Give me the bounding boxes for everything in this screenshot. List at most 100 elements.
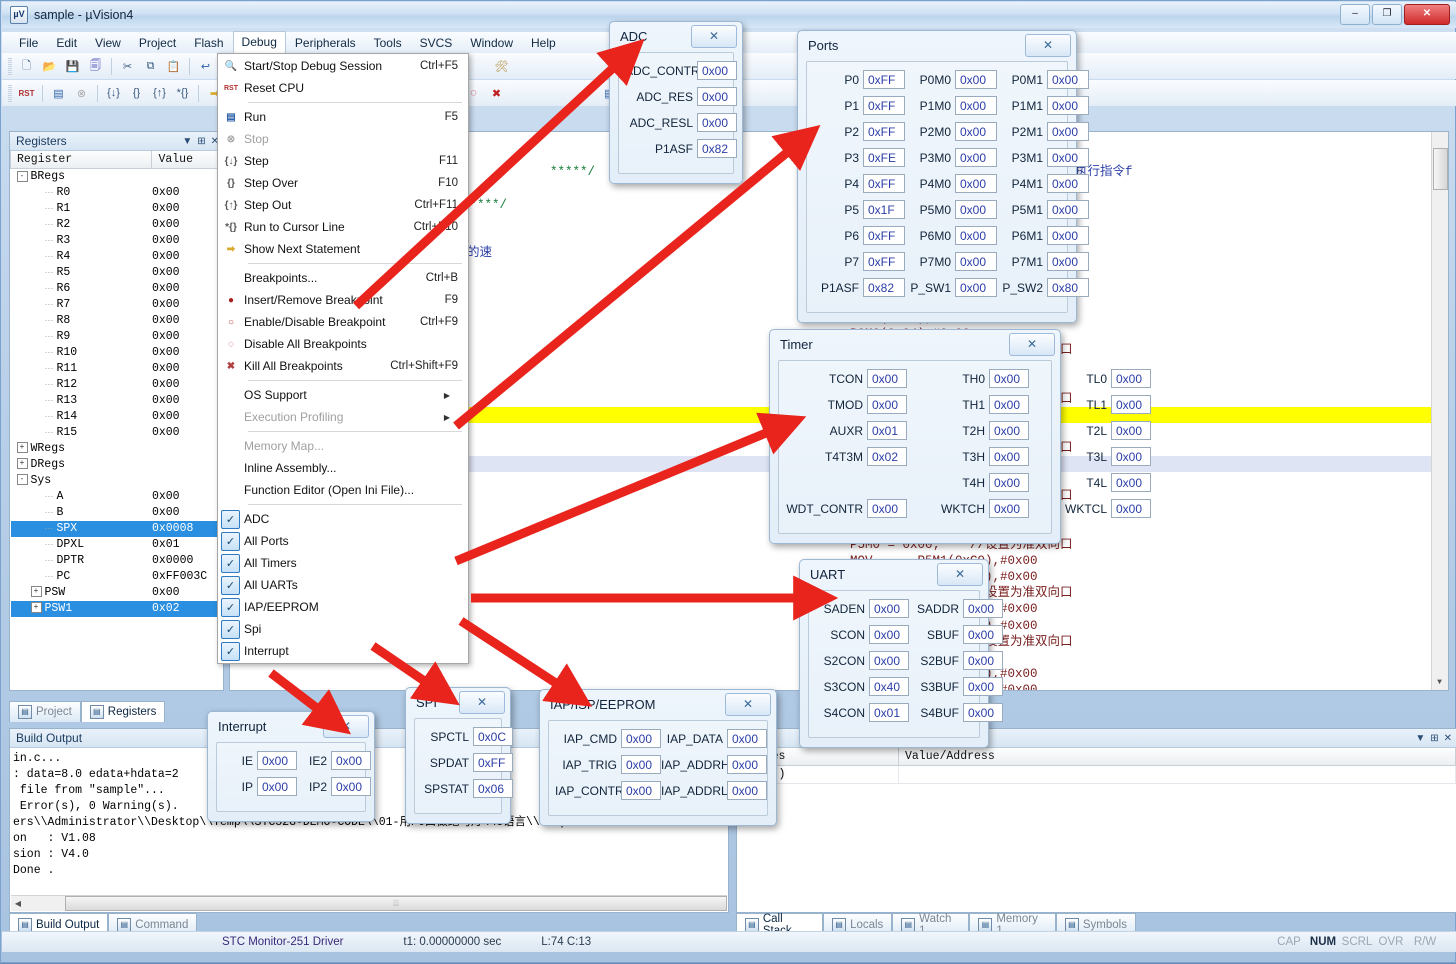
debug-menu-toggle-iap-eeprom[interactable]: ✓IAP/EEPROM xyxy=(218,596,468,618)
register-row[interactable]: +WRegs xyxy=(11,441,223,457)
tab-project[interactable]: ▤Project xyxy=(9,701,81,722)
undo-icon[interactable]: ↩ xyxy=(195,56,216,77)
debug-menu-item-step-over[interactable]: {}Step OverF10 xyxy=(218,172,468,194)
field-value-input[interactable]: 0x00 xyxy=(621,755,661,774)
field-value-input[interactable]: 0xFF xyxy=(473,753,513,772)
field-value-input[interactable]: 0x00 xyxy=(331,751,371,770)
menu-help[interactable]: Help xyxy=(522,33,565,53)
tree-toggle-icon[interactable]: + xyxy=(31,586,42,597)
field-value-input[interactable]: 0x00 xyxy=(989,421,1029,440)
field-value-input[interactable]: 0x00 xyxy=(955,70,997,89)
field-value-input[interactable]: 0x02 xyxy=(867,447,907,466)
field-value-input[interactable]: 0xFF xyxy=(863,226,905,245)
field-value-input[interactable]: 0x00 xyxy=(955,226,997,245)
register-row[interactable]: ⋯R00x00 xyxy=(11,185,223,201)
debug-menu-toggle-adc[interactable]: ✓ADC xyxy=(218,508,468,530)
new-file-icon[interactable]: 🗋 xyxy=(16,56,37,77)
field-value-input[interactable]: 0x00 xyxy=(1047,174,1089,193)
run-to-cursor-icon[interactable]: *{} xyxy=(172,83,193,104)
menu-flash[interactable]: Flash xyxy=(185,33,232,53)
debug-menu-dropdown[interactable]: 🔍Start/Stop Debug SessionCtrl+F5RSTReset… xyxy=(217,53,469,664)
field-value-input[interactable]: 0x00 xyxy=(867,369,907,388)
field-value-input[interactable]: 0x01 xyxy=(869,703,909,722)
register-row[interactable]: -BRegs xyxy=(11,169,223,185)
field-value-input[interactable]: 0xFF xyxy=(863,96,905,115)
debug-menu-item-os-support[interactable]: OS Support▶ xyxy=(218,384,468,406)
dialog-iap[interactable]: IAP/ISP/EEPROM✕IAP_CMD0x00IAP_DATA0x00IA… xyxy=(539,689,777,826)
menu-svcs[interactable]: SVCS xyxy=(411,33,462,53)
field-value-input[interactable]: 0x00 xyxy=(1047,96,1089,115)
field-value-input[interactable]: 0x00 xyxy=(963,703,1003,722)
debug-menu-item-execution-profiling[interactable]: Execution Profiling▶ xyxy=(218,406,468,428)
field-value-input[interactable]: 0x00 xyxy=(989,499,1029,518)
debug-menu-item-start-stop-debug-session[interactable]: 🔍Start/Stop Debug SessionCtrl+F5 xyxy=(218,55,468,77)
minimize-button[interactable]: – xyxy=(1340,4,1370,25)
tree-toggle-icon[interactable]: - xyxy=(17,171,28,182)
step-out-icon[interactable]: {↑} xyxy=(149,83,170,104)
dialog-ports[interactable]: Ports✕P00xFFP0M00x00P0M10x00P10xFFP1M00x… xyxy=(797,30,1077,323)
field-value-input[interactable]: 0x00 xyxy=(955,252,997,271)
field-value-input[interactable]: 0x00 xyxy=(867,499,907,518)
field-value-input[interactable]: 0x00 xyxy=(621,781,661,800)
field-value-input[interactable]: 0x00 xyxy=(1047,200,1089,219)
field-value-input[interactable]: 0x00 xyxy=(869,625,909,644)
field-value-input[interactable]: 0x00 xyxy=(989,369,1029,388)
field-value-input[interactable]: 0x00 xyxy=(697,87,737,106)
register-row[interactable]: +PSW10x02 xyxy=(11,601,223,617)
dialog-interrupt[interactable]: Interrupt✕IE0x00IE20x00IP0x00IP20x00 xyxy=(207,711,375,822)
register-row[interactable]: ⋯R140x00 xyxy=(11,409,223,425)
reset-cpu-icon[interactable]: RST xyxy=(16,83,37,104)
maximize-button[interactable]: ❐ xyxy=(1372,4,1402,25)
dialog-spi[interactable]: SPI✕SPCTL0x0CSPDAT0xFFSPSTAT0x06 xyxy=(405,687,511,824)
field-value-input[interactable]: 0x00 xyxy=(869,651,909,670)
checkmark-icon[interactable]: ✓ xyxy=(221,620,240,639)
cs-panel-menu-icon[interactable]: ▼ xyxy=(1415,733,1425,744)
tab-registers[interactable]: ▤Registers xyxy=(81,701,166,722)
step-icon[interactable]: {↓} xyxy=(103,83,124,104)
field-value-input[interactable]: 0x00 xyxy=(955,174,997,193)
debug-menu-toggle-all-uarts[interactable]: ✓All UARTs xyxy=(218,574,468,596)
dialog-title-bar[interactable]: Ports✕ xyxy=(798,31,1076,59)
debug-menu-item-breakpoints[interactable]: Breakpoints...Ctrl+B xyxy=(218,267,468,289)
toolbar-grip[interactable] xyxy=(8,58,12,75)
field-value-input[interactable]: 0x01 xyxy=(867,421,907,440)
field-value-input[interactable]: 0xFF xyxy=(863,174,905,193)
dialog-timer[interactable]: Timer✕TCON0x00TH00x00TL00x00TMOD0x00TH10… xyxy=(769,329,1061,544)
register-row[interactable]: ⋯R20x00 xyxy=(11,217,223,233)
field-value-input[interactable]: 0x00 xyxy=(955,96,997,115)
debug-menu-item-show-next-statement[interactable]: ➡Show Next Statement xyxy=(218,238,468,260)
debug-menu-item-reset-cpu[interactable]: RSTReset CPU xyxy=(218,77,468,99)
dialog-adc[interactable]: ADC✕ADC_CONTR0x00ADC_RES0x00ADC_RESL0x00… xyxy=(609,21,743,184)
register-row[interactable]: +DRegs xyxy=(11,457,223,473)
checkmark-icon[interactable]: ✓ xyxy=(221,576,240,595)
debug-menu-item-run[interactable]: ▤RunF5 xyxy=(218,106,468,128)
debug-menu-item-insert-remove-breakpoint[interactable]: ●Insert/Remove BreakpointF9 xyxy=(218,289,468,311)
debug-menu-toggle-interrupt[interactable]: ✓Interrupt xyxy=(218,640,468,662)
field-value-input[interactable]: 0xFF xyxy=(863,122,905,141)
register-row[interactable]: ⋯R80x00 xyxy=(11,313,223,329)
register-row[interactable]: +PSW0x00 xyxy=(11,585,223,601)
register-row[interactable]: ⋯R150x00 xyxy=(11,425,223,441)
field-value-input[interactable]: 0x82 xyxy=(697,139,737,158)
panel-menu-icon[interactable]: ▼ xyxy=(182,136,192,147)
dialog-uart[interactable]: UART✕SADEN0x00SADDR0x00SCON0x00SBUF0x00S… xyxy=(799,559,989,748)
menu-view[interactable]: View xyxy=(86,33,130,53)
field-value-input[interactable]: 0xFE xyxy=(863,148,905,167)
register-row[interactable]: ⋯DPXL0x01 xyxy=(11,537,223,553)
register-row[interactable]: ⋯R70x00 xyxy=(11,297,223,313)
debug-menu-toggle-spi[interactable]: ✓Spi xyxy=(218,618,468,640)
field-value-input[interactable]: 0x00 xyxy=(1047,226,1089,245)
checkmark-icon[interactable]: ✓ xyxy=(221,598,240,617)
register-row[interactable]: ⋯R130x00 xyxy=(11,393,223,409)
field-value-input[interactable]: 0x00 xyxy=(955,200,997,219)
register-row[interactable]: ⋯R100x00 xyxy=(11,345,223,361)
field-value-input[interactable]: 0x00 xyxy=(1111,421,1151,440)
field-value-input[interactable]: 0x00 xyxy=(727,729,767,748)
register-row[interactable]: ⋯SPX0x0008 xyxy=(11,521,223,537)
dialog-title-bar[interactable]: Interrupt✕ xyxy=(208,712,374,740)
paste-icon[interactable]: 📋 xyxy=(163,56,184,77)
scroll-thumb[interactable] xyxy=(1433,148,1448,190)
field-value-input[interactable]: 0x00 xyxy=(867,395,907,414)
cs-panel-pin-icon[interactable]: ⊞ xyxy=(1430,733,1438,744)
run-icon[interactable]: ▤ xyxy=(48,83,69,104)
